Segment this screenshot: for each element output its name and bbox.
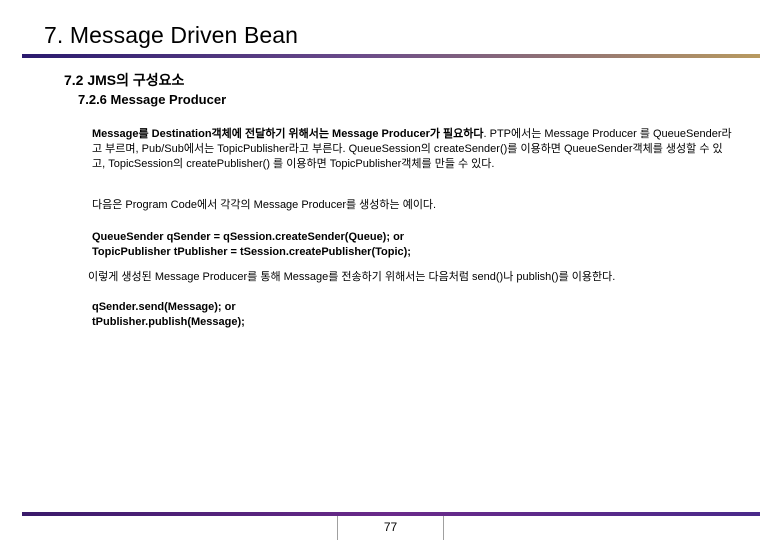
- code-line-publish: tPublisher.publish(Message);: [92, 316, 245, 328]
- intro-emphasis: Message를 Destination객체에 전달하기 위해서는 Messag…: [92, 128, 484, 140]
- subsection-heading: 7.2.6 Message Producer: [78, 92, 227, 107]
- title-divider: [22, 54, 760, 58]
- send-intro: 이렇게 생성된 Message Producer를 통해 Message를 전송…: [88, 271, 616, 283]
- page-number: 77: [383, 520, 398, 534]
- code-line-topic-publisher: TopicPublisher tPublisher = tSession.cre…: [92, 246, 411, 258]
- send-code-block: qSender.send(Message); or tPublisher.pub…: [92, 300, 732, 330]
- create-code-block: QueueSender qSender = qSession.createSen…: [92, 230, 732, 260]
- slide-title: 7. Message Driven Bean: [44, 22, 299, 48]
- code-line-send: qSender.send(Message); or: [92, 301, 236, 313]
- example-intro: 다음은 Program Code에서 각각의 Message Producer를…: [92, 199, 437, 211]
- code-line-queue-sender: QueueSender qSender = qSession.createSen…: [92, 231, 405, 243]
- intro-paragraph: Message를 Destination객체에 전달하기 위해서는 Messag…: [92, 127, 732, 172]
- page-number-box: 77: [337, 516, 444, 540]
- section-heading: 7.2 JMS의 구성요소: [64, 72, 185, 88]
